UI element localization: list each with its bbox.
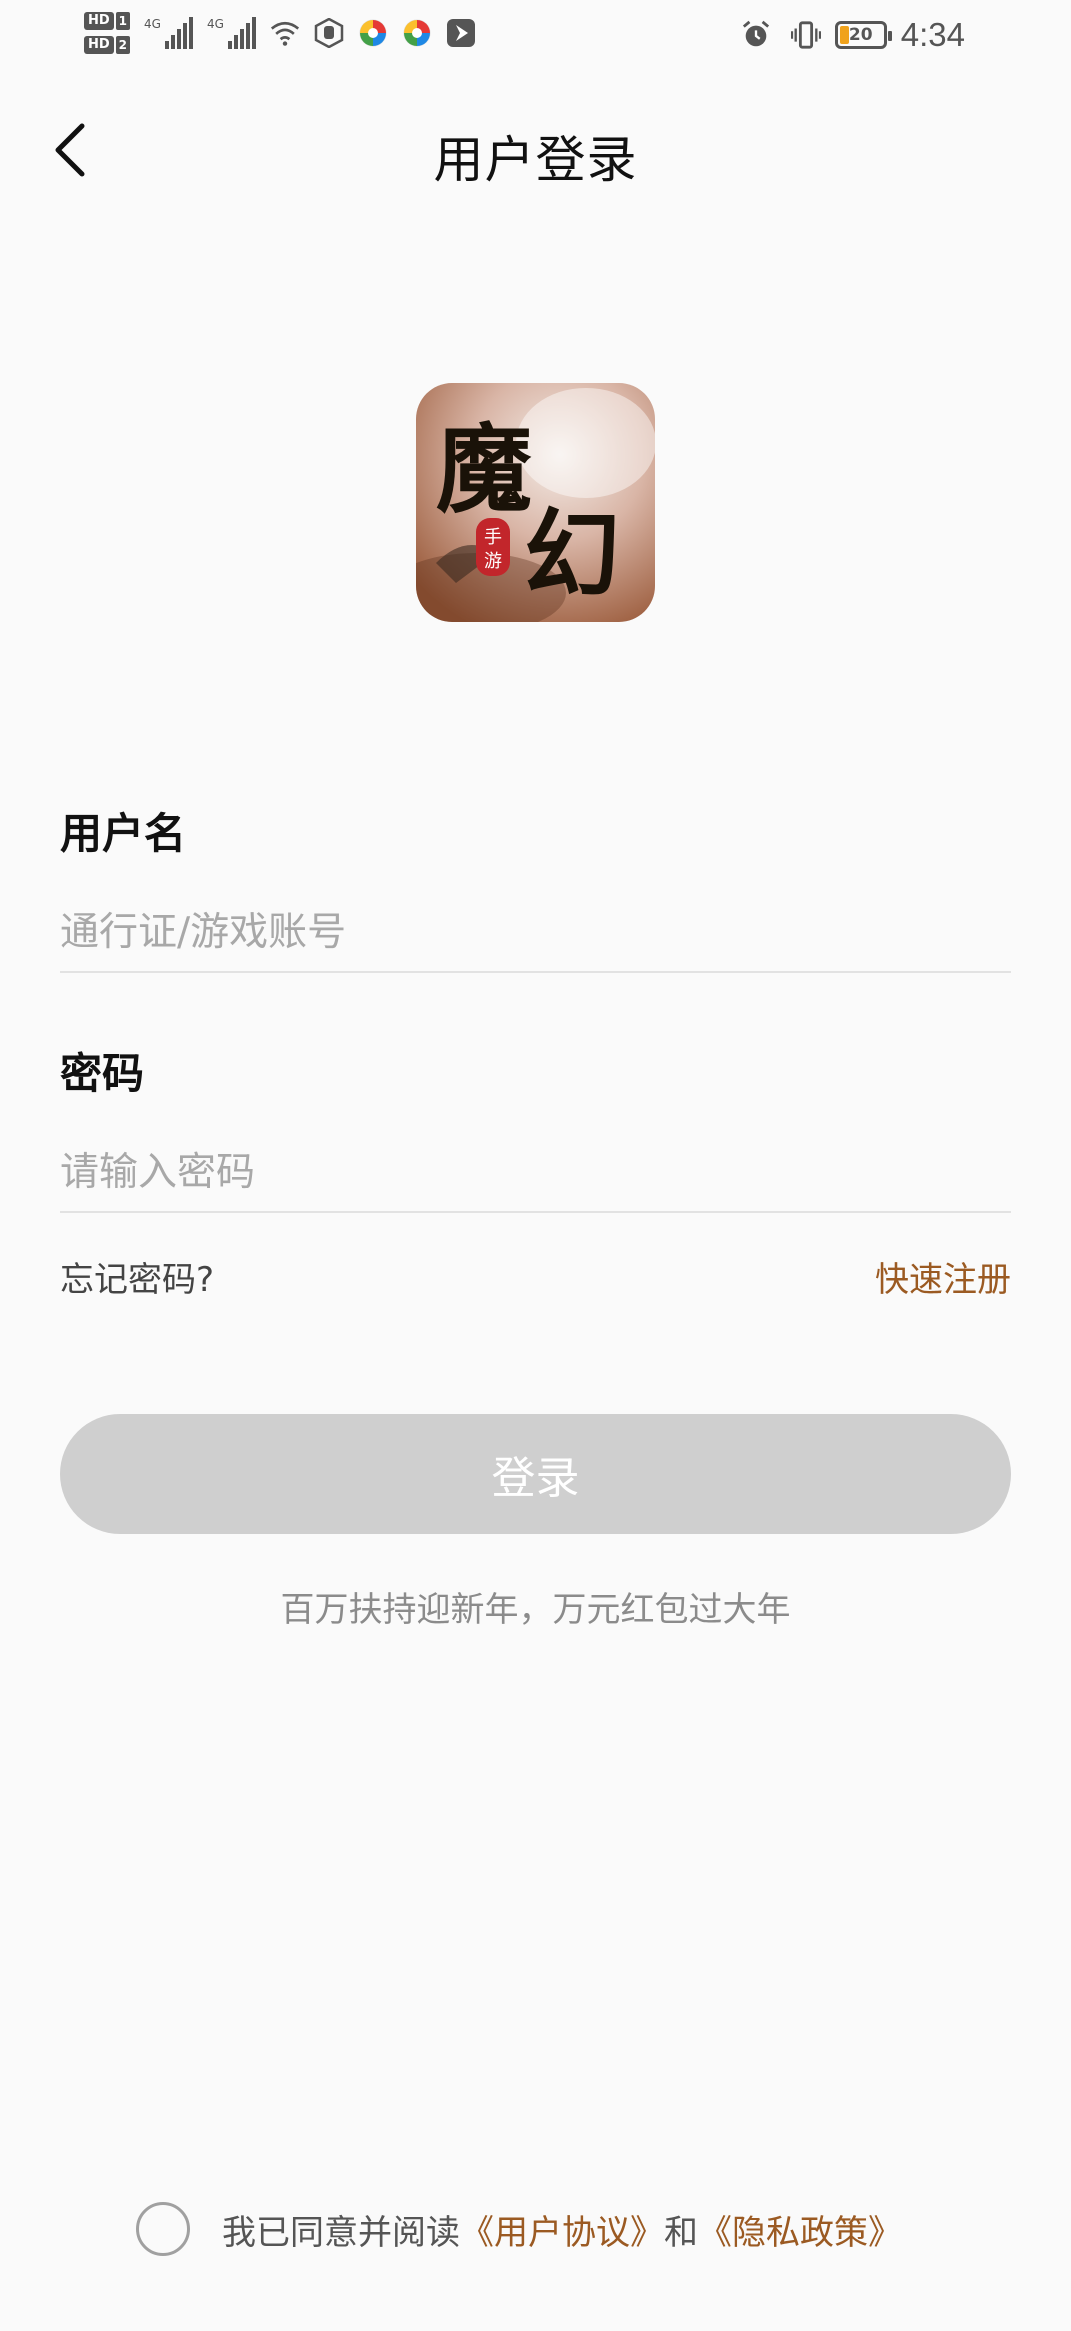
logo-main-char-2: 幻 [524, 498, 620, 611]
alarm-icon [741, 20, 771, 50]
wifi-icon [270, 18, 300, 48]
sim-slot: 1 [115, 12, 131, 30]
status-bar: HD 1 HD 2 4G 4G 20 4:34 [0, 0, 1071, 84]
password-field-wrapper [60, 1133, 1011, 1213]
login-screen: HD 1 HD 2 4G 4G 20 4:34 用户登录 魔 幻 手 游 用户名… [0, 0, 1071, 2331]
hd-badge: HD [84, 12, 114, 30]
password-label: 密码 [60, 1049, 145, 1098]
agreement-row: 我已同意并阅读《用户协议》和《隐私政策》 [136, 2202, 902, 2256]
username-label: 用户名 [60, 809, 187, 858]
quick-register-link[interactable]: 快速注册 [875, 1252, 1011, 1301]
agreement-checkbox[interactable] [136, 2202, 190, 2256]
signal-icon: 4G [207, 17, 256, 49]
sim-indicators: HD 1 HD 2 [84, 12, 131, 54]
login-button[interactable]: 登录 [60, 1414, 1011, 1534]
signal-icon: 4G [144, 17, 193, 49]
battery-icon: 20 [834, 21, 892, 49]
status-left: HD 1 HD 2 4G 4G [84, 12, 476, 54]
logo-main-char-1: 魔 [436, 413, 532, 526]
forgot-password-link[interactable]: 忘记密码? [60, 1252, 214, 1301]
promo-text: 百万扶持迎新年，万元红包过大年 [280, 1590, 791, 1630]
agreement-text: 我已同意并阅读《用户协议》和《隐私政策》 [222, 2205, 902, 2254]
form-links: 忘记密码? 快速注册 [60, 1252, 1011, 1301]
colorful-app-icon [358, 18, 388, 48]
username-field-wrapper [60, 893, 1011, 973]
svg-text:手: 手 [484, 527, 502, 548]
username-input[interactable] [60, 909, 1011, 955]
clock: 4:34 [900, 16, 965, 53]
game-logo: 魔 幻 手 游 [416, 383, 655, 622]
header: 用户登录 [0, 110, 1071, 190]
privacy-policy-link[interactable]: 《隐私政策》 [698, 2213, 902, 2253]
agreement-prefix: 我已同意并阅读 [222, 2212, 460, 2253]
status-right: 20 4:34 [735, 16, 965, 54]
colorful-app-icon [402, 18, 432, 48]
svg-text:游: 游 [484, 551, 502, 572]
sim-slot: 2 [115, 36, 131, 54]
agreement-conjunction: 和 [664, 2212, 698, 2253]
network-type: 4G [144, 17, 161, 31]
network-type: 4G [206, 17, 224, 31]
user-agreement-link[interactable]: 《用户协议》 [460, 2213, 664, 2253]
sim2-indicator: HD 2 [84, 36, 131, 54]
page-title: 用户登录 [433, 131, 638, 189]
battery-level: 20 [848, 25, 873, 45]
sim1-indicator: HD 1 [84, 12, 131, 30]
hand-icon [314, 18, 344, 48]
vibrate-icon [790, 20, 821, 50]
password-input[interactable] [60, 1149, 1011, 1195]
hd-badge: HD [84, 36, 114, 54]
play-app-icon [446, 18, 476, 48]
